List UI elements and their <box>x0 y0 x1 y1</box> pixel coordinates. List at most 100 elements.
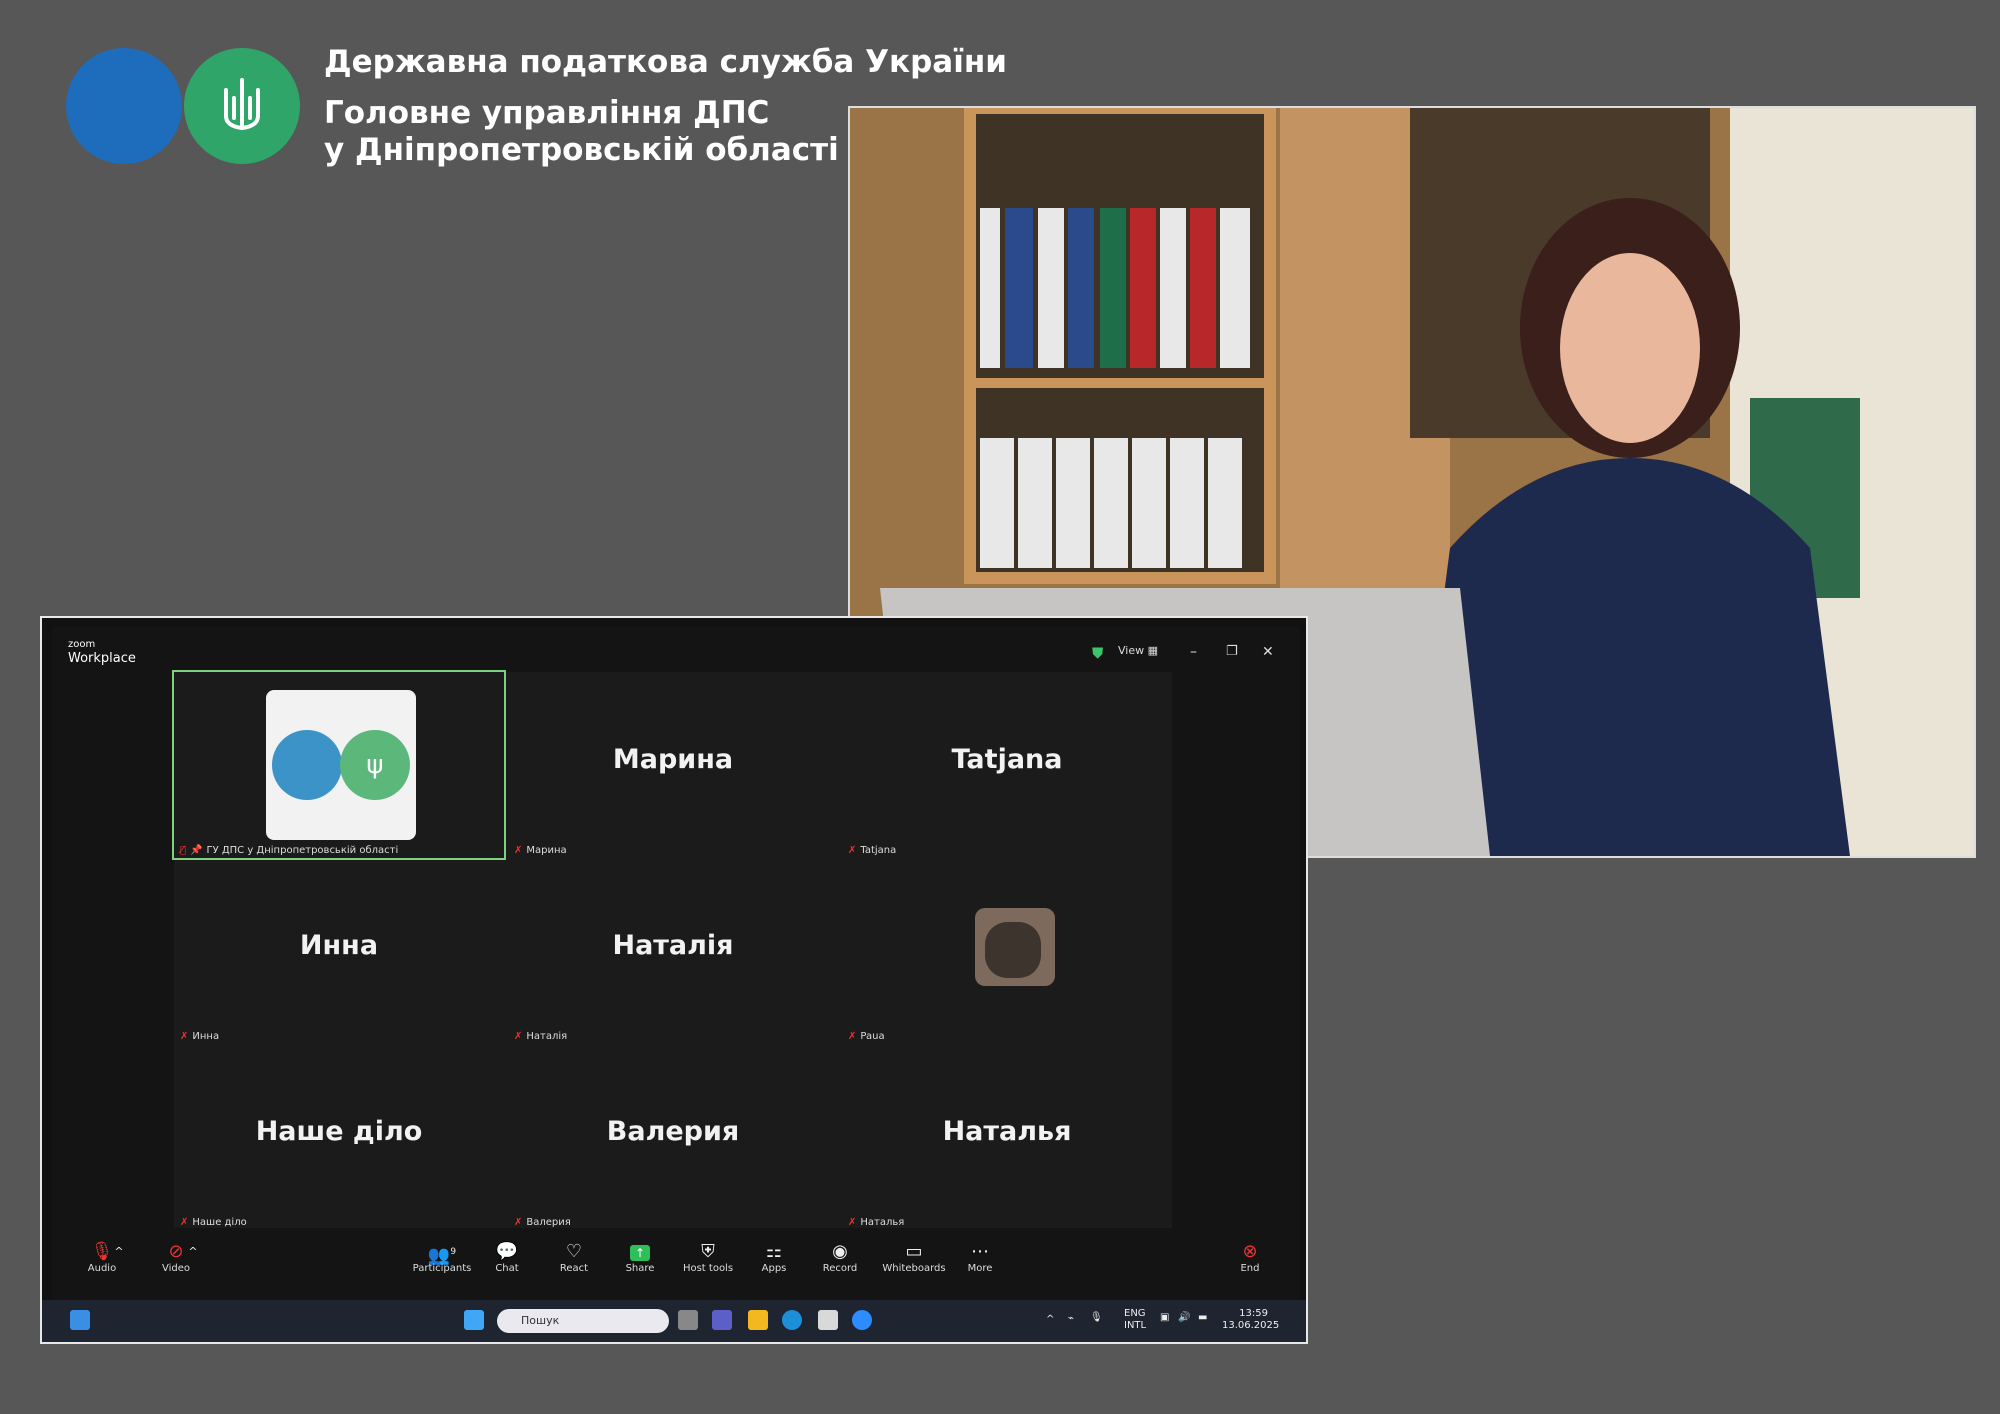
teams-icon[interactable] <box>712 1310 732 1330</box>
language-code: ENG <box>1124 1308 1146 1319</box>
windows-taskbar: Пошук ^ ⌁ 🎙 ENG INTL ▣ 🔊 ▬ 13:59 13.06.202… <box>42 1300 1306 1342</box>
tile-label: ✗ Paua <box>848 1031 885 1042</box>
participants-count: 9 <box>450 1247 457 1257</box>
tray-chevron-icon[interactable]: ^ <box>1046 1314 1054 1325</box>
video-tile-paua[interactable]: ✗ Paua <box>842 858 1172 1044</box>
more-icon: ⋯ <box>971 1241 989 1262</box>
monitor-screen: zoom Workplace ⛊ View ▦ – ❐ ✕ ψ 🎙̸ 📌 ГУ ДП… <box>40 616 1308 1344</box>
mic-muted-icon: ✗ <box>848 1217 857 1228</box>
participant-name: Tatjana <box>860 845 897 856</box>
participant-display-name: Наше діло <box>255 1116 423 1147</box>
trident-icon <box>224 78 260 131</box>
participant-display-name: Наталья <box>942 1116 1072 1147</box>
mic-tray-icon[interactable]: 🎙 <box>1090 1312 1103 1323</box>
battery-icon[interactable]: ▬ <box>1198 1312 1207 1323</box>
participant-name: Инна <box>192 1031 220 1042</box>
video-tile-natalya[interactable]: Наталья ✗ Наталья <box>842 1044 1172 1230</box>
mic-muted-icon: ✗ <box>180 1217 189 1228</box>
close-icon[interactable]: ✕ <box>1262 644 1274 660</box>
tile-label: ✗ Наше діло <box>180 1217 247 1228</box>
participants-label: Participants <box>412 1263 472 1274</box>
apps-button[interactable]: ⚏ Apps <box>742 1241 806 1274</box>
volume-icon[interactable]: 🔊 <box>1178 1312 1190 1323</box>
search-placeholder: Пошук <box>521 1314 560 1327</box>
edge-icon[interactable] <box>782 1310 802 1330</box>
host-tools-button[interactable]: ⛨ Host tools <box>676 1241 740 1274</box>
dps-logo <box>66 48 306 166</box>
video-tile-maryna[interactable]: Марина ✗ Марина <box>508 672 838 858</box>
heart-icon: ♡ <box>565 1241 583 1262</box>
tile-label: ✗ Инна <box>180 1031 219 1042</box>
participants-button[interactable]: 👥9 Participants <box>410 1241 474 1274</box>
mic-muted-icon: ✗ <box>514 1031 523 1042</box>
zoom-taskbar-icon[interactable] <box>852 1310 872 1330</box>
pin-icon: 📌 <box>190 845 203 856</box>
end-call-icon: ⊗ <box>1242 1241 1258 1262</box>
video-tile-natalia[interactable]: Наталія ✗ Наталія <box>508 858 838 1044</box>
mic-muted-icon: ✗ <box>514 845 523 856</box>
share-icon: ↑ <box>608 1241 672 1263</box>
minimize-icon[interactable]: – <box>1190 644 1197 660</box>
restore-icon[interactable]: ❐ <box>1226 644 1238 659</box>
clock[interactable]: 13:59 13.06.2025 <box>1222 1308 1280 1332</box>
participant-display-name: Валерия <box>606 1116 740 1147</box>
store-icon[interactable] <box>818 1310 838 1330</box>
file-explorer-icon[interactable] <box>748 1310 768 1330</box>
end-label: End <box>1240 1263 1260 1274</box>
more-button[interactable]: ⋯ More <box>948 1241 1012 1274</box>
audio-label: Audio <box>87 1263 117 1274</box>
end-button[interactable]: ⊗ End <box>1218 1241 1282 1274</box>
workplace-label: Workplace <box>68 651 136 666</box>
record-label: Record <box>822 1263 858 1274</box>
zoom-wordmark: zoom <box>68 639 96 650</box>
audio-options-chevron-icon[interactable]: ^ <box>112 1241 126 1263</box>
participant-name: Наталья <box>860 1217 905 1228</box>
taskbar-search[interactable]: Пошук <box>497 1309 669 1333</box>
chat-button[interactable]: 💬 Chat <box>475 1241 539 1274</box>
video-tile-inna[interactable]: Инна ✗ Инна <box>174 858 504 1044</box>
start-icon[interactable] <box>464 1310 484 1330</box>
host-tools-label: Host tools <box>682 1263 734 1274</box>
video-tile-nashe-dilo[interactable]: Наше діло ✗ Наше діло <box>174 1044 504 1230</box>
video-tile-tatjana[interactable]: Tatjana ✗ Tatjana <box>842 672 1172 858</box>
participant-name: ГУ ДПС у Дніпропетровській області <box>206 845 399 856</box>
react-button[interactable]: ♡ React <box>542 1241 606 1274</box>
participant-display-name: Tatjana <box>951 744 1063 775</box>
participant-display-name: Марина <box>612 744 734 775</box>
record-button[interactable]: ◉ Record <box>808 1241 872 1274</box>
logo-green-circle <box>184 48 300 164</box>
whiteboard-icon: ▭ <box>905 1241 923 1262</box>
participant-name: Валерия <box>526 1217 571 1228</box>
video-tile-valeria[interactable]: Валерия ✗ Валерия <box>508 1044 838 1230</box>
meeting-toolbar: 🎙 Audio ^ ⊘ Video ^ 👥9 Participants 💬 Chat ♡… <box>52 1237 1300 1289</box>
participant-name: Paua <box>860 1031 885 1042</box>
mic-muted-icon: ✗ <box>514 1217 523 1228</box>
chat-icon: 💬 <box>495 1241 519 1262</box>
security-shield-icon[interactable]: ⛊ <box>1092 644 1103 662</box>
share-button[interactable]: ↑ Share <box>608 1241 672 1274</box>
view-button[interactable]: View ▦ <box>1118 644 1158 657</box>
display-icon[interactable]: ▣ <box>1160 1312 1169 1323</box>
clock-date: 13.06.2025 <box>1222 1320 1280 1331</box>
language-indicator[interactable]: ENG INTL <box>1124 1308 1146 1332</box>
mic-muted-icon: ✗ <box>848 845 857 856</box>
participant-avatar-photo <box>975 908 1055 986</box>
task-view-icon[interactable] <box>678 1310 698 1330</box>
mic-muted-icon: ✗ <box>848 1031 857 1042</box>
participant-name: Марина <box>526 845 567 856</box>
tile-label: ✗ Наталья <box>848 1217 904 1228</box>
tile-label: ✗ Валерия <box>514 1217 571 1228</box>
video-grid: ψ 🎙̸ 📌 ГУ ДПС у Дніпропетровській області … <box>172 670 1172 1230</box>
network-icon[interactable]: ⌁ <box>1068 1313 1074 1324</box>
mic-muted-icon: ✗ <box>180 1031 189 1042</box>
whiteboards-button[interactable]: ▭ Whiteboards <box>874 1241 954 1274</box>
participant-display-name: Наталія <box>612 930 734 961</box>
tile-label: ✗ Tatjana <box>848 845 896 856</box>
video-tile-host[interactable]: ψ 🎙̸ 📌 ГУ ДПС у Дніпропетровській області <box>172 670 506 860</box>
shield-icon: ⛨ <box>701 1241 715 1262</box>
participant-display-name: Инна <box>299 930 379 961</box>
participants-icon: 👥9 <box>427 1245 457 1266</box>
video-options-chevron-icon[interactable]: ^ <box>186 1241 200 1263</box>
widgets-icon[interactable] <box>70 1310 90 1330</box>
whiteboards-label: Whiteboards <box>882 1263 946 1274</box>
